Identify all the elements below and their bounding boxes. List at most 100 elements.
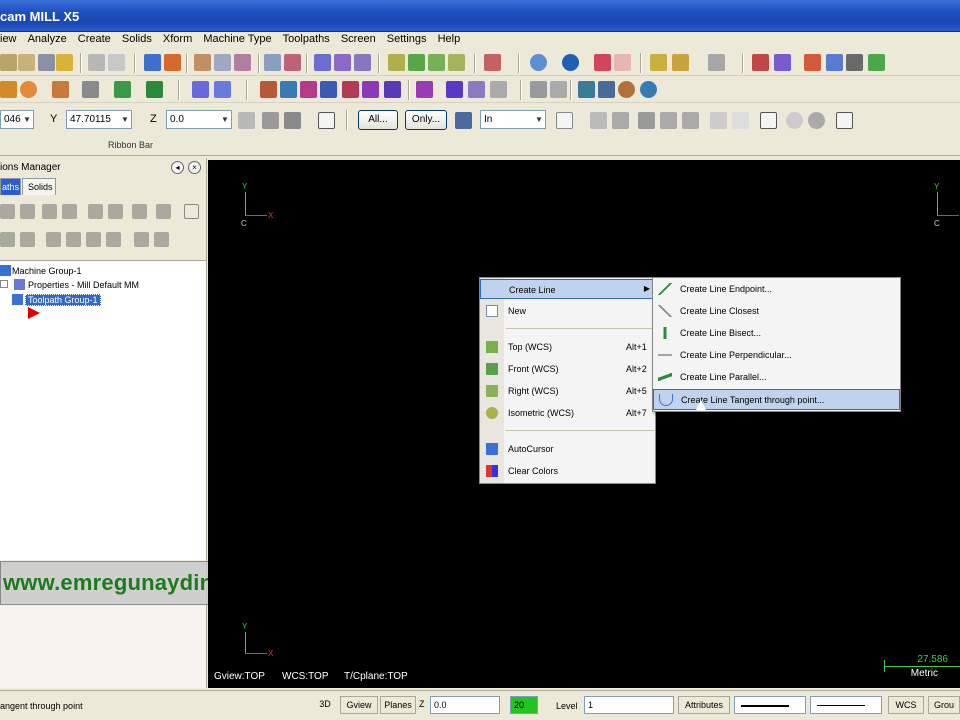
tree-item-machine-group[interactable]: Machine Group-1 (12, 266, 82, 276)
menu-view[interactable]: iew (0, 32, 21, 45)
color-icon[interactable] (164, 54, 181, 71)
spline-icon[interactable] (114, 81, 131, 98)
menu-item-autocursor[interactable]: AutoCursor (480, 439, 655, 459)
x-coordinate-field[interactable]: 046 ▼ (0, 110, 34, 129)
dim-c-icon[interactable] (868, 54, 885, 71)
line-width-field[interactable] (810, 696, 882, 714)
zoom-fit-icon[interactable] (264, 54, 281, 71)
post-ops-icon[interactable] (132, 204, 147, 219)
xform-mirror-icon[interactable] (260, 81, 277, 98)
solid-wire-icon[interactable] (428, 54, 445, 71)
verify-icon[interactable] (578, 81, 595, 98)
toggle-posting-icon[interactable] (154, 232, 169, 247)
menu-item-isometric-view[interactable]: Isometric (WCS) Alt+7 (480, 403, 655, 423)
menu-screen[interactable]: Screen (337, 32, 380, 45)
solid-green-icon[interactable] (408, 54, 425, 71)
3d-toggle-button[interactable]: 3D (312, 696, 338, 714)
z-depth-field[interactable]: 0.0 (430, 696, 500, 714)
erase-icon[interactable] (594, 54, 611, 71)
menu-solids[interactable]: Solids (118, 32, 156, 45)
backplot-icon[interactable] (598, 81, 615, 98)
attributes-button[interactable]: Attributes (678, 696, 730, 714)
dim-b-icon[interactable] (846, 54, 863, 71)
fillet-icon[interactable] (82, 81, 99, 98)
highfeed-icon[interactable] (156, 204, 171, 219)
submenu-item-parallel[interactable]: Create Line Parallel... (653, 367, 900, 388)
select-window-icon[interactable] (612, 112, 629, 129)
panel-pin-icon[interactable]: ◂ (171, 161, 184, 174)
select-box-icon[interactable] (556, 112, 573, 129)
z-coordinate-field[interactable]: 0.0 ▼ (166, 110, 232, 129)
menu-item-clear-colors[interactable]: Clear Colors (480, 461, 655, 481)
view-right-icon[interactable] (354, 54, 371, 71)
menu-item-top-view[interactable]: Top (WCS) Alt+1 (480, 337, 655, 357)
menu-item-new[interactable]: New (480, 301, 655, 321)
toggle-display-icon[interactable] (134, 232, 149, 247)
screen-regen-icon[interactable] (484, 54, 501, 71)
menu-machine-type[interactable]: Machine Type (199, 32, 275, 45)
settings-icon[interactable] (640, 81, 657, 98)
submenu-item-closest[interactable]: Create Line Closest (653, 301, 900, 322)
select-line-icon[interactable] (732, 112, 749, 129)
line-style-field[interactable] (734, 696, 806, 714)
solid-shaded-icon[interactable] (448, 54, 465, 71)
select-all-ops-icon[interactable] (0, 204, 15, 219)
submenu-item-endpoint[interactable]: Create Line Endpoint... (653, 279, 900, 300)
face-icon[interactable] (490, 81, 507, 98)
simulate-icon[interactable] (108, 204, 123, 219)
open-file-icon[interactable] (18, 54, 35, 71)
delete-ops-icon[interactable] (0, 232, 15, 247)
select-only-button[interactable]: Only... (405, 110, 447, 130)
tab-solids[interactable]: Solids (22, 178, 56, 195)
surface-a-icon[interactable] (530, 81, 547, 98)
menu-settings[interactable]: Settings (383, 32, 431, 45)
rectangle-icon[interactable] (146, 81, 163, 98)
auto-cursor-icon[interactable] (262, 112, 279, 129)
sphere-icon[interactable] (562, 54, 579, 71)
post-icon[interactable] (618, 81, 635, 98)
tab-toolpaths[interactable]: aths (0, 178, 21, 195)
menu-item-create-line[interactable]: Create Line ▶ (480, 279, 655, 299)
trim-icon[interactable] (192, 81, 209, 98)
menu-help[interactable]: Help (434, 32, 465, 45)
backplot-ops-icon[interactable] (62, 204, 77, 219)
select-chain-icon[interactable] (590, 112, 607, 129)
contour-icon[interactable] (468, 81, 485, 98)
move-down-icon[interactable] (46, 232, 61, 247)
menu-analyze[interactable]: Analyze (24, 32, 71, 45)
level-field[interactable]: 1 (584, 696, 674, 714)
dim-a-icon[interactable] (826, 54, 843, 71)
end-selection-icon[interactable] (808, 112, 825, 129)
dimension-icon[interactable] (752, 54, 769, 71)
dim-v-icon[interactable] (804, 54, 821, 71)
point-icon[interactable] (0, 81, 17, 98)
regen-all-icon[interactable] (42, 204, 57, 219)
tree-item-toolpath-group[interactable]: Toolpath Group-1 (25, 294, 101, 306)
redo-icon[interactable] (108, 54, 125, 71)
view-top-icon[interactable] (314, 54, 331, 71)
scroll-icon[interactable] (106, 232, 121, 247)
clear-icon[interactable] (614, 54, 631, 71)
cancel-selection-icon[interactable] (786, 112, 803, 129)
menu-toolpaths[interactable]: Toolpaths (279, 32, 334, 45)
pocket-icon[interactable] (446, 81, 463, 98)
zoom-target-icon[interactable] (284, 54, 301, 71)
star-icon[interactable] (672, 54, 689, 71)
xform-translate-icon[interactable] (342, 81, 359, 98)
grid-icon[interactable] (284, 112, 301, 129)
regen-selected-icon[interactable] (20, 204, 35, 219)
view-front-icon[interactable] (334, 54, 351, 71)
xform-scale-icon[interactable] (300, 81, 317, 98)
xform-rotate-icon[interactable] (280, 81, 297, 98)
gview-button[interactable]: Gview (340, 696, 378, 714)
circle-icon[interactable] (20, 81, 37, 98)
expand-icon[interactable] (0, 280, 8, 288)
zoom-in-icon[interactable] (214, 54, 231, 71)
submenu-item-tangent-through-point[interactable]: Create Line Tangent through point... (653, 389, 900, 410)
y-coordinate-field[interactable]: 47.70115 ▼ (66, 110, 132, 129)
verify-ops-icon[interactable] (88, 204, 103, 219)
globe-icon[interactable] (530, 54, 547, 71)
groups-button[interactable]: Grou (928, 696, 960, 714)
selection-mode-icon[interactable] (455, 112, 472, 129)
move-up-icon[interactable] (66, 232, 81, 247)
